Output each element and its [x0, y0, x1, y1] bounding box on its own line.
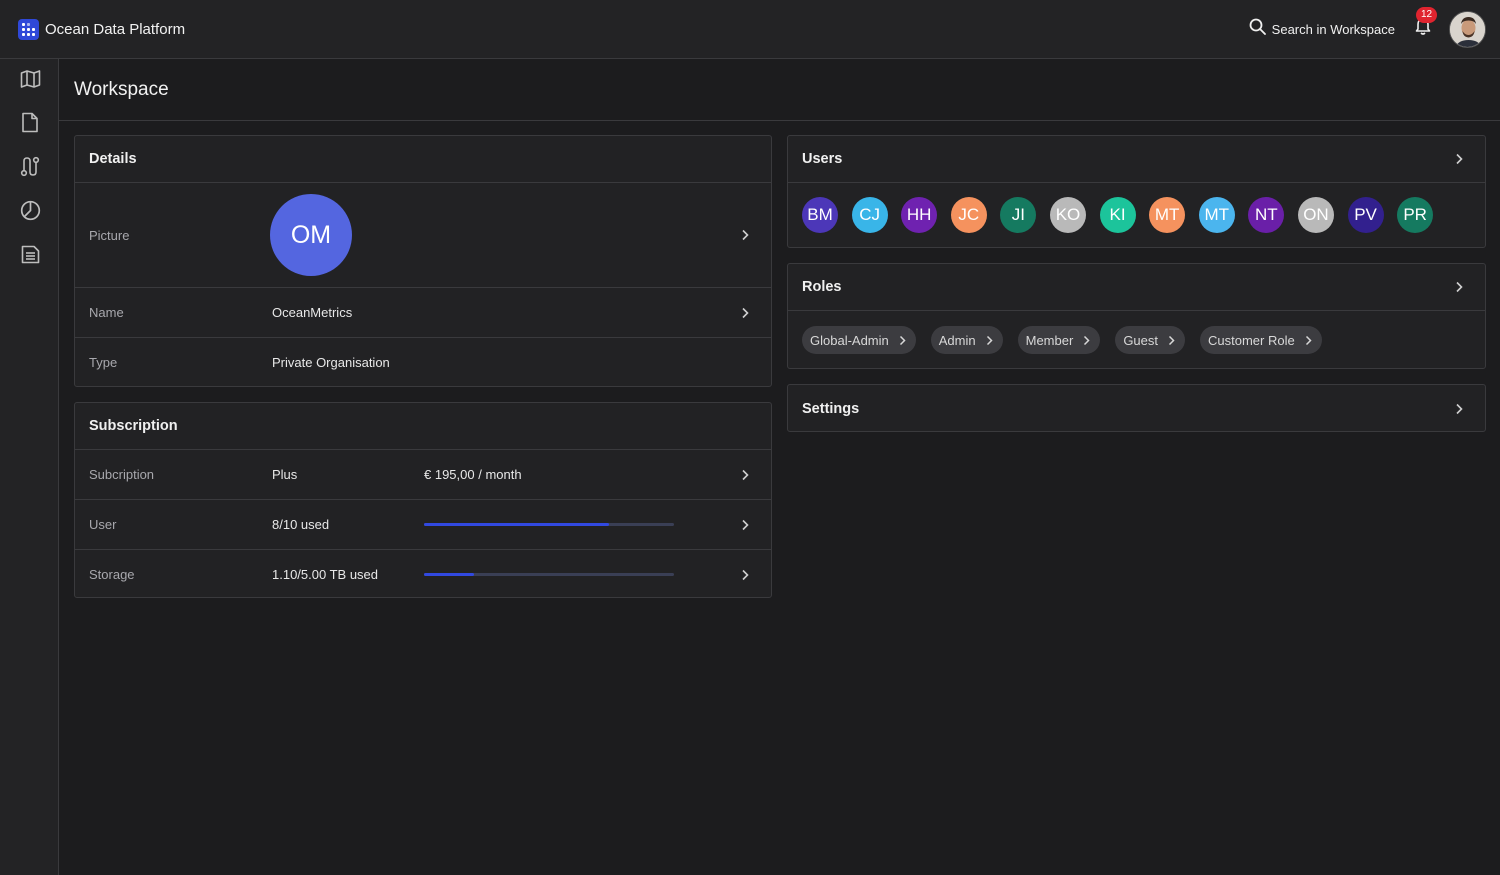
storage-usage-progress-fill [424, 573, 474, 576]
details-title: Details [75, 136, 771, 183]
sidebar-item-routes[interactable] [18, 156, 42, 182]
user-usage-progress-fill [424, 523, 609, 526]
role-chip-label: Guest [1123, 332, 1158, 348]
settings-title: Settings [802, 400, 860, 417]
user-avatar-pr[interactable]: PR [1397, 197, 1434, 233]
details-card: Details Picture OM Name OceanMetrics Typ… [74, 135, 772, 387]
role-chip-label: Member [1025, 332, 1074, 348]
chevron-right-icon [1083, 335, 1090, 346]
sidebar-item-map[interactable] [18, 69, 42, 93]
user-avatar-mt[interactable]: MT [1149, 197, 1186, 233]
search-label: Search in Workspace [1271, 21, 1395, 37]
document-list-icon [21, 245, 40, 269]
name-label: Name [89, 305, 124, 320]
user-avatar-nt[interactable]: NT [1248, 197, 1285, 233]
role-chip[interactable]: Admin [930, 326, 1003, 354]
file-icon [21, 112, 39, 138]
chevron-right-icon[interactable] [739, 519, 751, 531]
chevron-right-icon[interactable] [1453, 153, 1465, 165]
user-avatar-jc[interactable]: JC [950, 197, 987, 233]
roles-card: Roles Global-Admin Admin Member Guest Custom… [787, 263, 1486, 369]
users-card: Users BM CJ HH JC JI KO KI MT MT NT ON PV PR [787, 135, 1486, 248]
brand[interactable]: Ocean Data Platform [18, 18, 186, 40]
user-avatar-ji[interactable]: JI [1000, 197, 1037, 233]
subscription-card: Subscription Subcription Plus € 195,00 /… [74, 402, 772, 598]
storage-usage-value: 1.10/5.00 TB used [272, 567, 379, 582]
picture-label: Picture [89, 227, 130, 243]
role-chip[interactable]: Member [1017, 326, 1101, 354]
chevron-right-icon[interactable] [739, 469, 751, 481]
chevron-right-icon[interactable] [1453, 403, 1465, 415]
name-value: OceanMetrics [272, 305, 353, 320]
subscription-title: Subscription [75, 403, 771, 450]
chart-pie-icon [20, 200, 41, 226]
app-logo-icon [18, 18, 39, 40]
user-usage-label: User [89, 517, 117, 532]
user-avatar-on[interactable]: ON [1297, 197, 1334, 233]
user-avatar-list: BM CJ HH JC JI KO KI MT MT NT ON PV PR [802, 197, 1447, 233]
subscription-storage-row[interactable]: Storage 1.10/5.00 TB used [75, 550, 771, 599]
user-avatar-mt[interactable]: MT [1198, 197, 1235, 233]
role-chip[interactable]: Guest [1115, 326, 1185, 354]
map-icon [20, 69, 41, 94]
page-header: Workspace [59, 59, 1500, 121]
role-chip[interactable]: Global-Admin [802, 326, 916, 354]
user-usage-progress [424, 523, 674, 526]
notification-badge: 12 [1416, 7, 1438, 23]
details-type-row: Type Private Organisation [75, 338, 771, 387]
subscription-plan-row[interactable]: Subcription Plus € 195,00 / month [75, 450, 771, 500]
chevron-right-icon [899, 335, 906, 346]
storage-usage-label: Storage [89, 567, 135, 582]
top-bar: Ocean Data Platform Search in Workspace … [0, 0, 1500, 59]
role-chip-label: Global-Admin [810, 332, 889, 348]
roles-header[interactable]: Roles [788, 264, 1485, 311]
details-picture-row[interactable]: Picture OM [75, 183, 771, 288]
user-avatar-ki[interactable]: KI [1099, 197, 1136, 233]
sidebar-item-files[interactable] [18, 112, 42, 138]
search-icon [1249, 18, 1266, 40]
chevron-right-icon [986, 335, 993, 346]
role-chip[interactable]: Customer Role [1200, 326, 1322, 354]
sidebar [0, 59, 59, 875]
chevron-right-icon[interactable] [1453, 281, 1465, 293]
subscription-title-text: Subscription [89, 418, 178, 434]
subscription-label: Subcription [89, 467, 155, 482]
subscription-users-row[interactable]: User 8/10 used [75, 500, 771, 550]
sidebar-item-analytics[interactable] [18, 200, 42, 226]
user-avatar[interactable] [1449, 10, 1486, 48]
users-title: Users [802, 151, 843, 167]
notifications-button[interactable]: 12 [1413, 7, 1438, 40]
page-title: Workspace [74, 78, 169, 100]
chevron-right-icon [1305, 335, 1312, 346]
settings-card[interactable]: Settings [787, 384, 1486, 432]
sidebar-item-reports[interactable] [18, 245, 42, 269]
app-title: Ocean Data Platform [45, 20, 186, 38]
workspace-picture: OM [270, 194, 352, 276]
subscription-plan: Plus [272, 467, 298, 482]
user-avatar-pv[interactable]: PV [1347, 197, 1384, 233]
role-chip-label: Admin [938, 332, 976, 348]
chevron-right-icon[interactable] [739, 569, 751, 581]
settings-header[interactable]: Settings [788, 385, 1485, 432]
search-button[interactable]: Search in Workspace [1249, 18, 1395, 40]
details-name-row[interactable]: Name OceanMetrics [75, 288, 771, 338]
role-chip-list: Global-Admin Admin Member Guest Customer Rol… [802, 326, 1337, 354]
route-icon [20, 156, 40, 182]
subscription-price: € 195,00 / month [424, 467, 522, 482]
users-header[interactable]: Users [788, 136, 1485, 183]
chevron-right-icon [1168, 335, 1175, 346]
user-avatar-hh[interactable]: HH [901, 197, 938, 233]
user-avatar-ko[interactable]: KO [1049, 197, 1086, 233]
user-usage-value: 8/10 used [272, 517, 330, 532]
role-chip-label: Customer Role [1208, 332, 1295, 348]
user-avatar-cj[interactable]: CJ [851, 197, 888, 233]
type-value: Private Organisation [272, 355, 390, 370]
user-avatar-bm[interactable]: BM [802, 197, 838, 233]
type-label: Type [89, 355, 118, 370]
chevron-right-icon[interactable] [739, 307, 751, 319]
details-title-text: Details [89, 151, 137, 167]
roles-title: Roles [802, 279, 842, 295]
chevron-right-icon[interactable] [739, 229, 751, 241]
storage-usage-progress [424, 573, 674, 576]
